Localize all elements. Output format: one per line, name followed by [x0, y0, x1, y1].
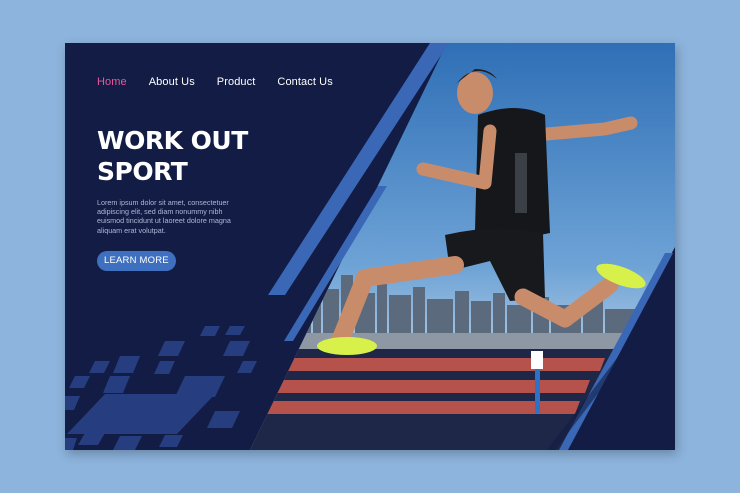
- hero-title-line2: SPORT: [97, 157, 188, 186]
- top-nav: Home About Us Product Contact Us: [97, 76, 355, 88]
- hero-body-text: Lorem ipsum dolor sit amet, consectetuer…: [97, 198, 231, 235]
- hero-photo: [65, 43, 675, 450]
- hero-title-line1: WORK OUT: [97, 126, 248, 155]
- nav-product[interactable]: Product: [217, 76, 256, 88]
- nav-contact-us[interactable]: Contact Us: [277, 76, 332, 88]
- decorative-squares: [65, 326, 257, 450]
- athlete-photo: [250, 43, 675, 450]
- learn-more-button[interactable]: LEARN MORE: [97, 251, 176, 271]
- nav-about-us[interactable]: About Us: [149, 76, 195, 88]
- landing-page-card: Home About Us Product Contact Us WORK OU…: [65, 43, 675, 450]
- nav-home[interactable]: Home: [97, 76, 127, 88]
- hero-title: WORK OUT SPORT: [97, 125, 248, 187]
